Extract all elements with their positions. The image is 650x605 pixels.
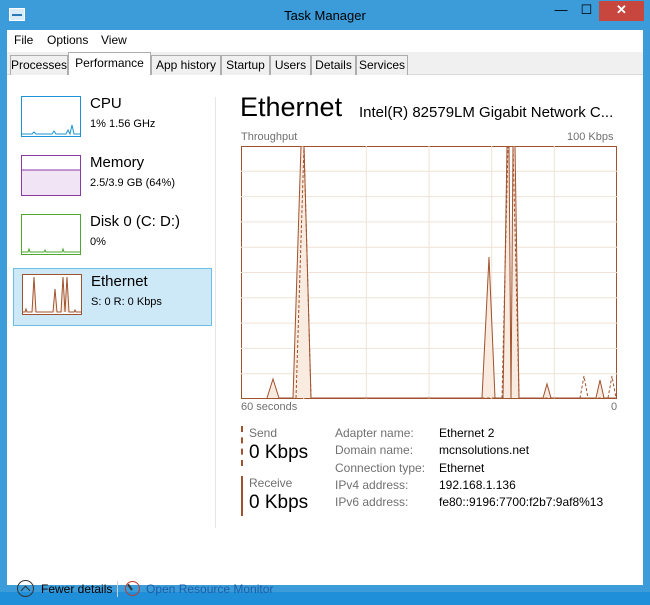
tab-services[interactable]: Services [356, 55, 408, 75]
receive-indicator [241, 476, 243, 516]
time-span-label: 60 seconds [241, 401, 298, 413]
receive-value: 0 Kbps [249, 492, 309, 513]
send-indicator [241, 426, 243, 466]
sidebar-item-cpu[interactable]: CPU 1% 1.56 GHz [13, 91, 212, 149]
ipv6-address-label: IPv6 address: [335, 495, 409, 509]
max-throughput-label: 100 Kbps [567, 131, 614, 143]
domain-name-label: Domain name: [335, 443, 414, 457]
connection-type-label: Connection type: [335, 461, 426, 475]
tab-startup[interactable]: Startup [221, 55, 270, 75]
title-bar[interactable]: Task Manager — ☐ ✕ [0, 0, 650, 30]
ethernet-thumbnail-graph [22, 274, 82, 315]
adapter-name-value: Ethernet 2 [439, 426, 495, 440]
throughput-graph [241, 145, 617, 399]
menu-options[interactable]: Options [47, 33, 88, 47]
sidebar-item-memory[interactable]: Memory 2.5/3.9 GB (64%) [13, 150, 212, 208]
tab-users[interactable]: Users [270, 55, 311, 75]
ipv4-address-label: IPv4 address: [335, 478, 409, 492]
tab-details[interactable]: Details [311, 55, 356, 75]
sidebar-item-sub: 1% 1.56 GHz [90, 118, 156, 130]
memory-thumbnail-graph [21, 155, 81, 196]
sidebar-item-sub: 0% [90, 236, 106, 248]
open-resource-monitor-link[interactable]: Open Resource Monitor [146, 582, 273, 596]
task-manager-window: Task Manager — ☐ ✕ File Options View Pro… [0, 0, 650, 597]
sidebar-item-label: Ethernet [91, 273, 148, 290]
adapter-name-label: Adapter name: [335, 426, 414, 440]
tab-performance[interactable]: Performance [68, 52, 151, 76]
ipv4-address-value: 192.168.1.136 [439, 478, 516, 492]
minimize-button[interactable]: — [548, 1, 574, 21]
menu-file[interactable]: File [14, 33, 33, 47]
resource-monitor-icon[interactable] [125, 581, 140, 596]
disk-thumbnail-graph [21, 214, 81, 255]
sidebar-item-disk[interactable]: Disk 0 (C: D:) 0% [13, 209, 212, 267]
footer-bar: Fewer details Open Resource Monitor [7, 575, 643, 605]
footer-divider [117, 581, 118, 597]
adapter-description: Intel(R) 82579LM Gigabit Network C... [359, 104, 614, 121]
tab-app-history[interactable]: App history [151, 55, 221, 75]
throughput-label: Throughput [241, 131, 298, 143]
time-zero-label: 0 [611, 401, 618, 413]
fewer-details-button[interactable]: Fewer details [41, 582, 112, 596]
connection-type-value: Ethernet [439, 461, 485, 475]
page-title: Ethernet [240, 92, 343, 122]
sidebar-item-ethernet[interactable]: Ethernet S: 0 R: 0 Kbps [13, 268, 212, 326]
tab-processes[interactable]: Processes [10, 55, 68, 75]
send-value: 0 Kbps [249, 442, 309, 463]
sidebar-item-sub: S: 0 R: 0 Kbps [91, 296, 162, 308]
sidebar-item-label: Memory [90, 154, 145, 171]
panel-divider [215, 97, 216, 528]
cpu-thumbnail-graph [21, 96, 81, 137]
maximize-button[interactable]: ☐ [574, 1, 599, 21]
client-area: File Options View Processes Performance … [7, 30, 643, 597]
ipv6-address-value: fe80::9196:7700:f2b7:9af8%13 [439, 495, 604, 509]
menu-view[interactable]: View [101, 33, 127, 47]
close-button[interactable]: ✕ [599, 1, 644, 21]
performance-panel: CPU 1% 1.56 GHz Memory 2.5/3.9 GB (64%) … [7, 75, 643, 597]
receive-label: Receive [249, 476, 293, 490]
sidebar-item-sub: 2.5/3.9 GB (64%) [90, 177, 175, 189]
menu-bar: File Options View [7, 30, 643, 51]
sidebar-item-label: Disk 0 (C: D:) [90, 213, 180, 230]
sidebar-item-label: CPU [90, 95, 122, 112]
domain-name-value: mcnsolutions.net [439, 443, 530, 457]
tab-strip: Processes Performance App history Startu… [7, 52, 643, 76]
send-label: Send [249, 426, 278, 440]
chevron-up-icon[interactable] [17, 580, 34, 597]
